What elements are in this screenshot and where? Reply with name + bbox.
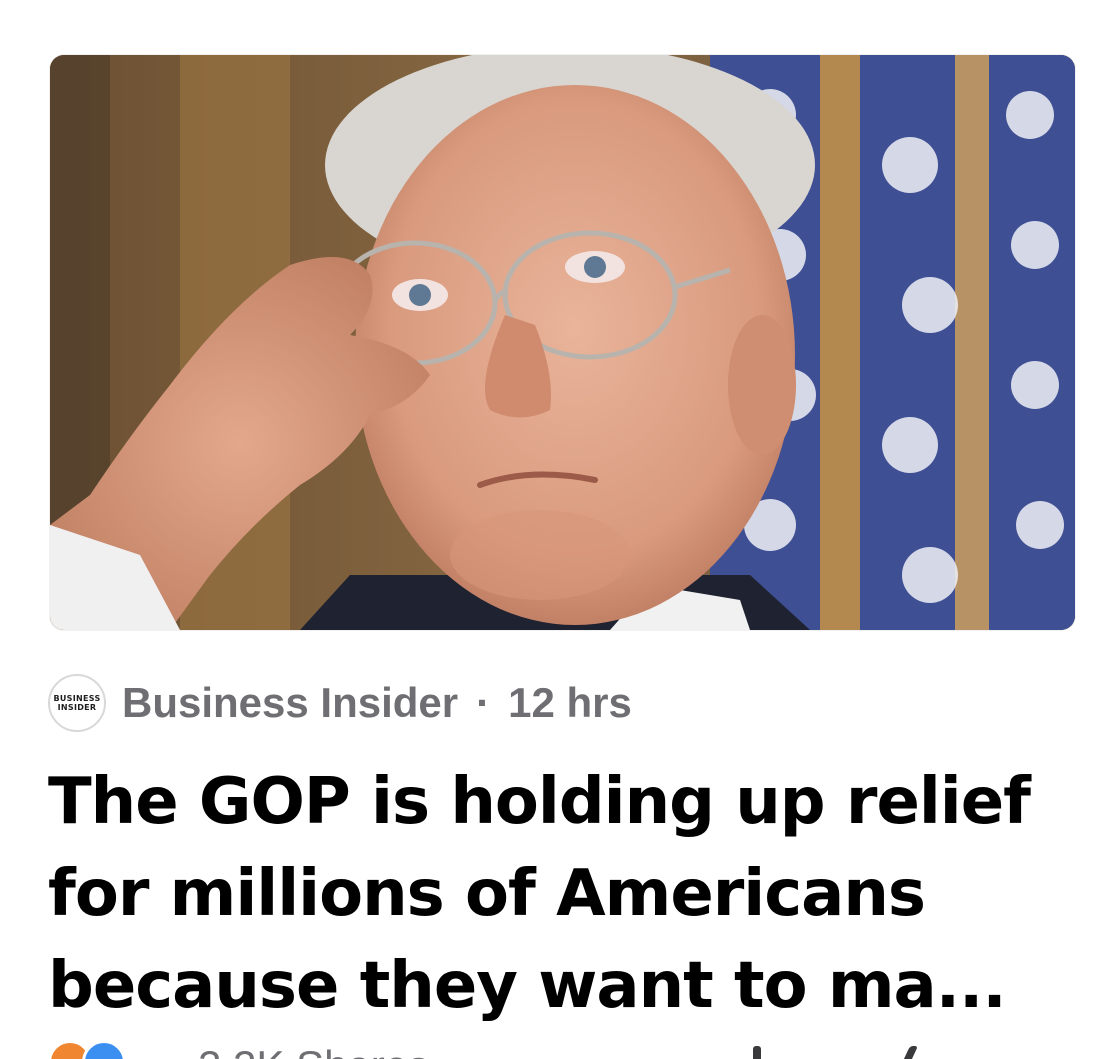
- reactions-row: 2.2K Shares: [48, 1040, 1058, 1059]
- logo-text-line-1: BUSINESS: [53, 694, 101, 703]
- post-source-row: BUSINESS INSIDER Business Insider · 12 h…: [48, 672, 632, 734]
- like-reaction-icon[interactable]: [82, 1040, 126, 1059]
- share-count[interactable]: 2.2K Shares: [198, 1042, 429, 1059]
- article-headline[interactable]: The GOP is holding up relief for million…: [48, 756, 1083, 1032]
- business-insider-logo-icon[interactable]: BUSINESS INSIDER: [48, 674, 106, 732]
- post-timestamp[interactable]: 12 hrs: [508, 679, 632, 727]
- article-photo: [50, 55, 1075, 630]
- share-icon[interactable]: [896, 1046, 918, 1059]
- comment-icon[interactable]: [753, 1046, 761, 1059]
- news-feed-post: BUSINESS INSIDER Business Insider · 12 h…: [0, 0, 1101, 1059]
- meta-separator: ·: [476, 679, 491, 726]
- source-name[interactable]: Business Insider: [122, 679, 458, 727]
- article-image[interactable]: [50, 55, 1075, 630]
- logo-text-line-2: INSIDER: [57, 703, 97, 712]
